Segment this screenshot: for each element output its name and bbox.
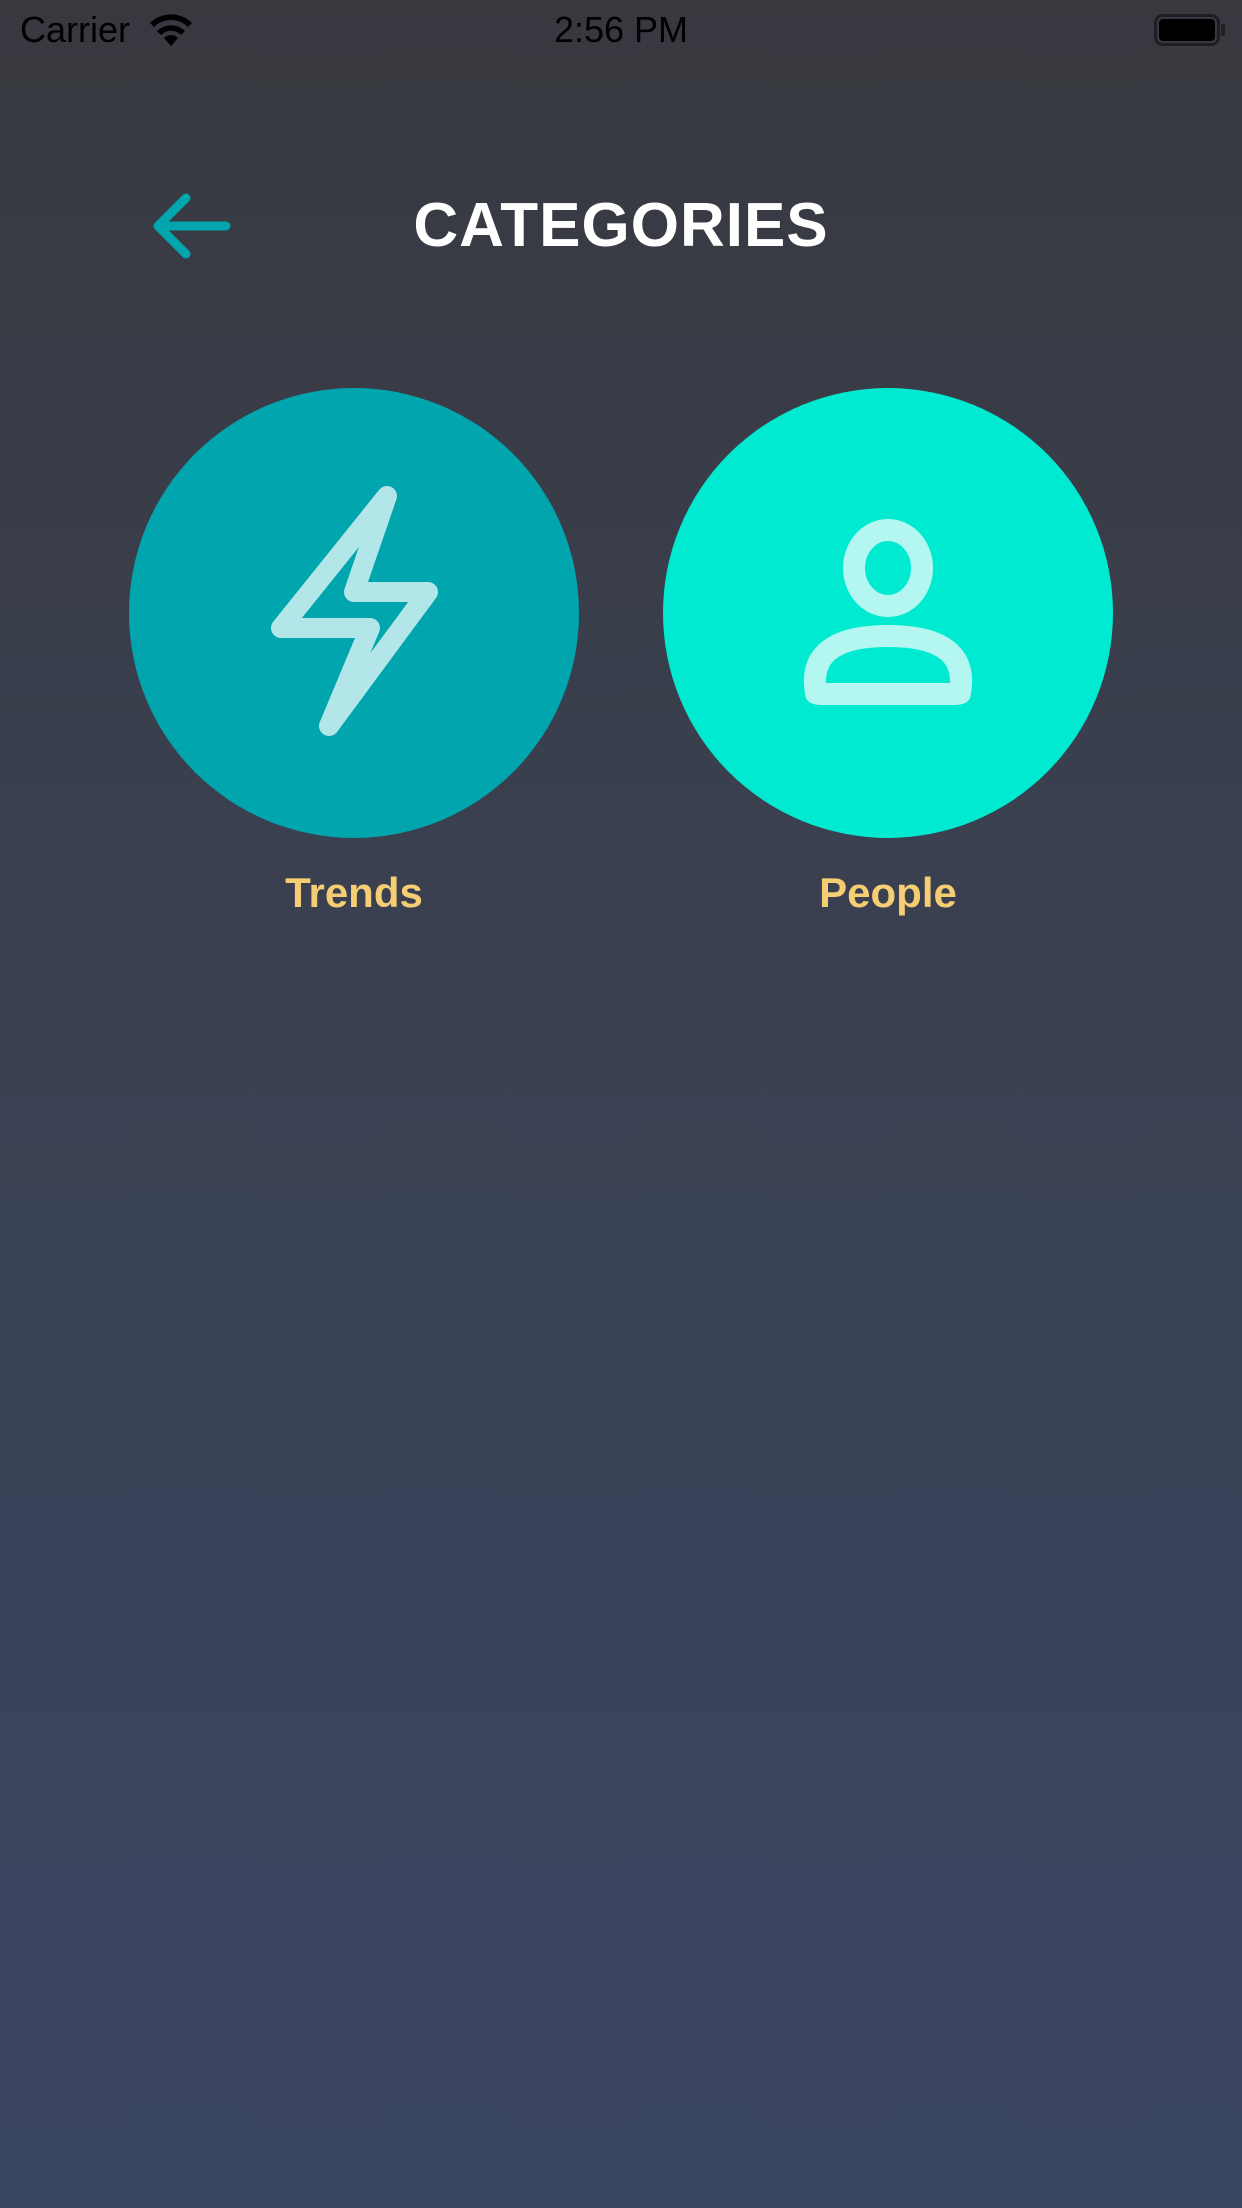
category-people-circle[interactable] [663, 388, 1113, 838]
lightning-bolt-icon [271, 486, 438, 736]
status-time: 2:56 PM [553, 9, 689, 50]
category-people-label: People [819, 869, 957, 916]
category-trends-label: Trends [285, 869, 423, 916]
battery-icon [1154, 14, 1225, 46]
category-trends[interactable]: Trends [129, 388, 579, 918]
person-icon [803, 519, 973, 705]
status-bar: Carrier 2:56 PM [0, 0, 1242, 60]
category-trends-circle[interactable] [129, 388, 579, 838]
category-people[interactable]: People [663, 388, 1113, 918]
page-title: CATEGORIES [413, 191, 829, 260]
